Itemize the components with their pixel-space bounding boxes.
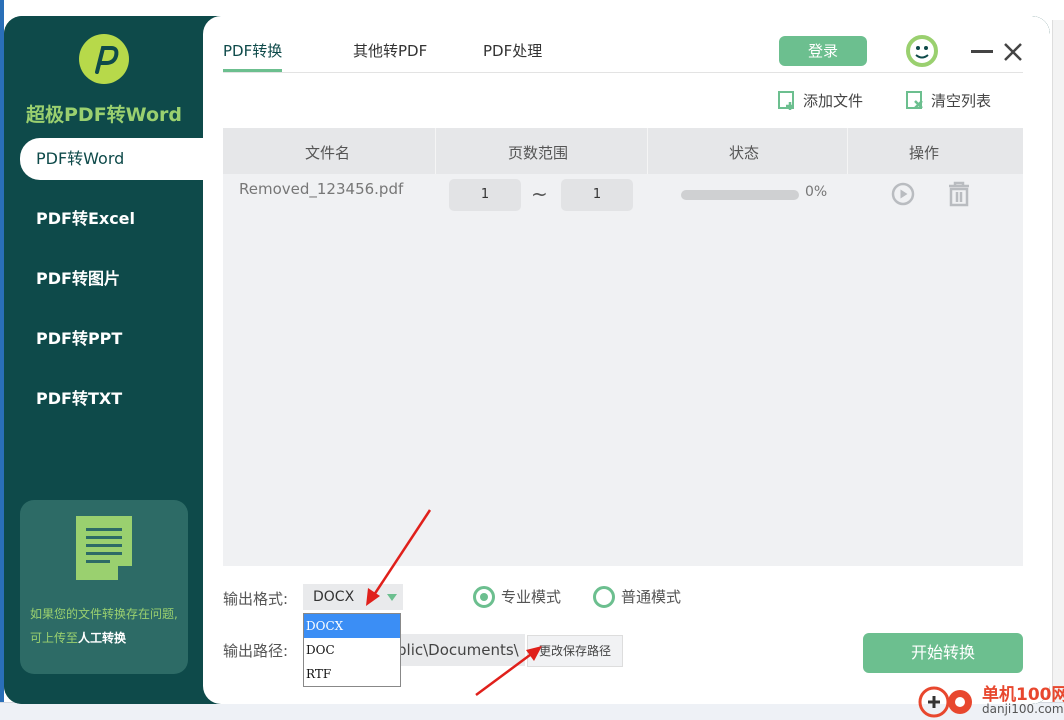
add-file-button[interactable]: 添加文件 — [777, 90, 863, 111]
tab-pdf-convert[interactable]: PDF转换 — [223, 40, 283, 72]
mode-pro-radio[interactable]: 专业模式 — [473, 586, 561, 608]
document-icon — [76, 516, 132, 580]
column-page-range: 页数范围 — [508, 144, 569, 162]
sidebar-item-pdf-to-image[interactable]: PDF转图片 — [20, 258, 204, 300]
close-icon[interactable] — [1001, 40, 1025, 64]
table-header: 文件名 页数范围 状态 操作 — [223, 128, 1023, 174]
sidebar-item-pdf-to-ppt[interactable]: PDF转PPT — [20, 318, 204, 360]
tab-pdf-process[interactable]: PDF处理 — [483, 40, 542, 69]
mode-normal-radio[interactable]: 普通模式 — [593, 586, 681, 608]
sidebar-nav: PDF转Word PDF转Excel PDF转图片 PDF转PPT PDF转TX… — [20, 138, 204, 438]
format-option-doc[interactable]: DOC — [304, 638, 400, 662]
header-divider — [223, 72, 1023, 73]
chevron-down-icon — [387, 594, 397, 601]
minimize-icon[interactable] — [971, 50, 993, 53]
trash-icon[interactable] — [947, 181, 971, 211]
column-filename: 文件名 — [305, 144, 351, 162]
help-card: 如果您的文件转换存在问题,可上传至人工转换 — [20, 500, 188, 674]
background-scrollbar — [1052, 20, 1064, 710]
watermark-logo-icon — [918, 686, 972, 718]
page-from-input[interactable]: 1 — [449, 179, 521, 211]
range-separator: ~ — [531, 182, 548, 206]
change-path-button[interactable]: 更改保存路径 — [527, 635, 623, 667]
login-button[interactable]: 登录 — [779, 36, 867, 66]
clear-list-button[interactable]: 清空列表 — [905, 90, 991, 111]
output-path-label: 输出路径: — [223, 642, 289, 660]
table-row: Removed_123456.pdf 1 ~ 1 0% — [223, 174, 1023, 218]
logo-icon — [79, 34, 129, 84]
main-panel: PDF转换 其他转PDF PDF处理 登录 添加文件 清空列表 文件名 页数范围… — [203, 16, 1050, 704]
format-option-docx[interactable]: DOCX — [304, 614, 400, 638]
file-table: 文件名 页数范围 状态 操作 Removed_123456.pdf 1 ~ 1 … — [223, 128, 1023, 566]
manual-convert-link[interactable]: 人工转换 — [78, 631, 126, 645]
app-window: 超极PDF转Word PDF转Word PDF转Excel PDF转图片 PDF… — [4, 16, 1050, 704]
output-format-select[interactable]: DOCX — [303, 584, 403, 610]
app-title: 超极PDF转Word — [26, 104, 182, 126]
progress-text: 0% — [805, 184, 828, 200]
play-icon[interactable] — [891, 182, 915, 210]
file-name: Removed_123456.pdf — [239, 180, 404, 198]
format-dropdown: DOCX DOC RTF — [303, 613, 401, 687]
format-option-rtf[interactable]: RTF — [304, 662, 400, 686]
start-convert-button[interactable]: 开始转换 — [863, 633, 1023, 673]
watermark-url: danji100.com — [982, 702, 1064, 716]
progress-bar — [681, 190, 799, 200]
background-taskbar — [0, 702, 1064, 720]
output-format-label: 输出格式: — [223, 590, 289, 608]
add-file-icon — [778, 91, 794, 110]
column-actions: 操作 — [909, 144, 940, 162]
sidebar-item-pdf-to-txt[interactable]: PDF转TXT — [20, 378, 204, 420]
sidebar-item-pdf-to-excel[interactable]: PDF转Excel — [20, 198, 204, 240]
radio-unchecked-icon — [593, 586, 615, 608]
sidebar-item-pdf-to-word[interactable]: PDF转Word — [20, 138, 204, 180]
sidebar: 超极PDF转Word PDF转Word PDF转Excel PDF转图片 PDF… — [4, 16, 204, 704]
watermark: 单机100网 danji100.com — [916, 680, 1064, 720]
tab-other-to-pdf[interactable]: 其他转PDF — [353, 40, 427, 69]
page-to-input[interactable]: 1 — [561, 179, 633, 211]
radio-checked-icon — [473, 586, 495, 608]
feedback-face-icon[interactable] — [905, 34, 939, 68]
clear-list-icon — [906, 91, 923, 109]
column-status: 状态 — [729, 144, 760, 162]
help-text: 如果您的文件转换存在问题,可上传至人工转换 — [30, 607, 178, 645]
app-logo: 超极PDF转Word — [4, 34, 204, 127]
